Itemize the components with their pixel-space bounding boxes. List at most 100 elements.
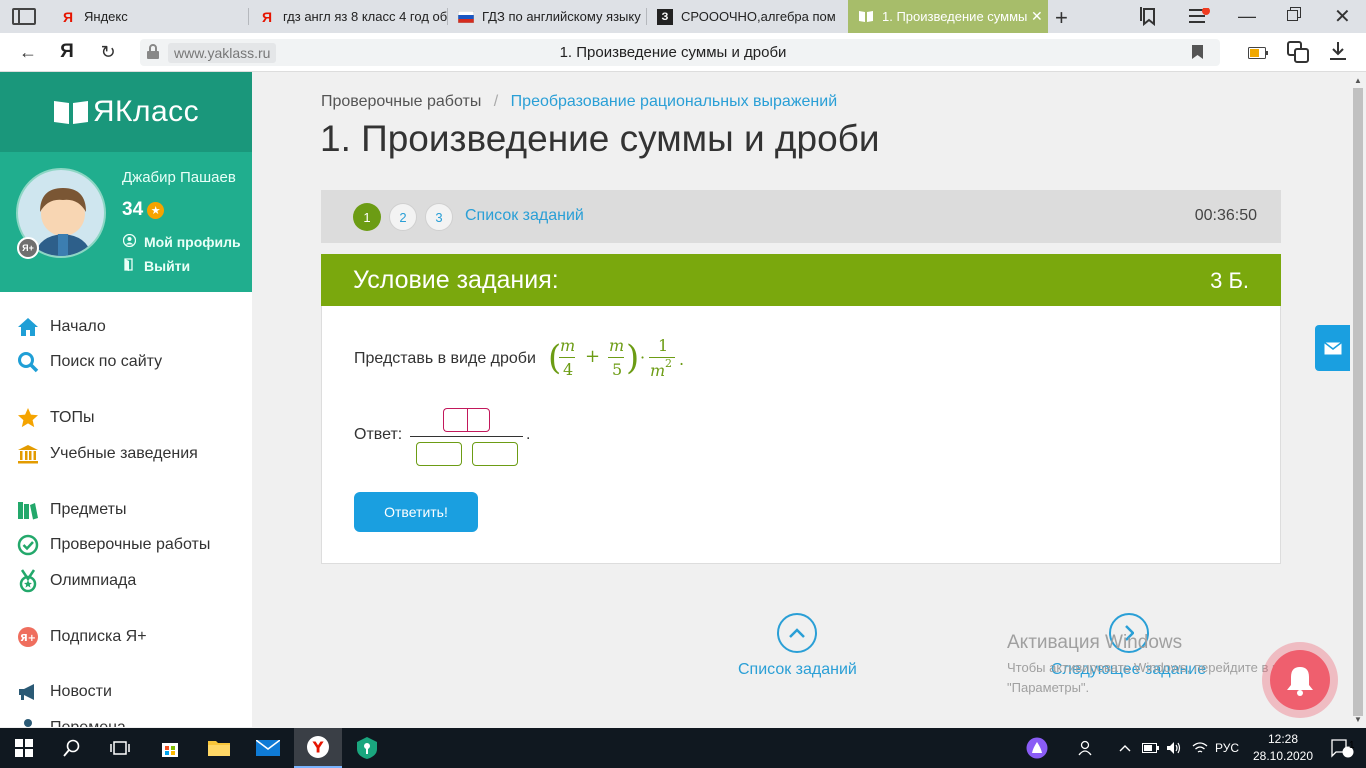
- reload-icon[interactable]: ↻: [97, 41, 119, 63]
- browser-tab-bar: Я Яндекс Я гдз англ яз 8 класс 4 год об …: [0, 0, 1366, 33]
- tab-yaklass-active[interactable]: 1. Произведение суммы ✕: [848, 0, 1048, 33]
- math-denominator: m: [650, 361, 666, 380]
- sidebar-item-subscription[interactable]: Я+ Подписка Я+: [16, 623, 147, 651]
- tab-znanija[interactable]: З СРОООЧНО,алгебра пом: [647, 0, 848, 33]
- bottom-task-list-link[interactable]: Список заданий: [738, 613, 857, 679]
- scroll-up-icon[interactable]: ▲: [1354, 76, 1362, 85]
- math-fraction-bar: [559, 357, 575, 358]
- answer-denominator-input-a[interactable]: [416, 442, 462, 466]
- close-tab-icon[interactable]: ✕: [1031, 8, 1043, 25]
- user-panel: Я+ Джабир Пашаев 34 ★ Мой профиль Выйти: [0, 152, 252, 292]
- submit-button[interactable]: Ответить!: [354, 492, 478, 532]
- page-scrollbar[interactable]: ▲ ▼: [1350, 72, 1366, 727]
- tab-yandex[interactable]: Я Яндекс: [50, 0, 248, 33]
- breadcrumb-current[interactable]: Преобразование рациональных выражений: [511, 93, 837, 110]
- yandex-home-icon[interactable]: Я: [56, 41, 78, 63]
- sidebar-item-tops[interactable]: ТОПы: [16, 404, 95, 432]
- tab-gdz-russia[interactable]: ГДЗ по английскому языку: [448, 0, 646, 33]
- logout-link[interactable]: Выйти: [122, 258, 190, 274]
- bookmark-icon[interactable]: [1192, 45, 1203, 64]
- math-numerator: 1: [658, 336, 669, 355]
- step-2[interactable]: 2: [389, 203, 417, 231]
- answer-denominator-input-b[interactable]: [472, 442, 518, 466]
- windows-taskbar: Y РУС 12:28 28.10.2020 1: [0, 728, 1366, 768]
- scroll-down-icon[interactable]: ▼: [1354, 715, 1362, 724]
- main-content: Проверочные работы / Преобразование раци…: [252, 72, 1350, 727]
- check-circle-icon: [16, 533, 40, 557]
- scroll-thumb[interactable]: [1353, 88, 1363, 716]
- sidebar-item-tests[interactable]: Проверочные работы: [16, 531, 210, 559]
- mail-app-icon[interactable]: [244, 728, 292, 768]
- feedback-mail-button[interactable]: [1315, 325, 1350, 371]
- site-logo[interactable]: ЯКласс: [0, 72, 252, 152]
- math-period: .: [679, 350, 685, 369]
- condition-points: 3 Б.: [1210, 268, 1249, 293]
- user-name[interactable]: Джабир Пашаев: [122, 169, 236, 186]
- sidebar-item-schools[interactable]: Учебные заведения: [16, 440, 198, 468]
- lock-icon[interactable]: [146, 44, 160, 65]
- sidebar-item-olympiad[interactable]: Олимпиада: [16, 567, 136, 595]
- language-indicator[interactable]: РУС: [1215, 741, 1239, 755]
- math-plus: +: [585, 346, 601, 367]
- windows-start-icon[interactable]: [0, 728, 48, 768]
- task-prompt: Представь в виде дроби: [354, 350, 536, 367]
- minimize-icon[interactable]: —: [1238, 6, 1256, 27]
- task-view-icon[interactable]: [96, 728, 144, 768]
- store-icon[interactable]: [146, 728, 194, 768]
- back-icon[interactable]: ←: [17, 41, 39, 63]
- building-icon: [16, 442, 40, 466]
- restore-icon[interactable]: [1287, 7, 1301, 26]
- system-clock[interactable]: 12:28 28.10.2020: [1252, 731, 1314, 765]
- step-1[interactable]: 1: [353, 203, 381, 231]
- sidebar-item-home[interactable]: Начало: [16, 313, 106, 341]
- url-field[interactable]: [140, 39, 1220, 66]
- tray-expand-icon[interactable]: [1110, 728, 1140, 768]
- tab-gdz-english[interactable]: Я гдз англ яз 8 класс 4 год об: [249, 0, 447, 33]
- menu-icon[interactable]: [1189, 7, 1211, 29]
- collections-icon[interactable]: [1140, 6, 1158, 31]
- network-icon[interactable]: [1187, 728, 1213, 768]
- math-dot: ·: [640, 348, 646, 367]
- condition-body: Представь в виде дроби ( m 4 + m 5 ) · 1…: [321, 306, 1281, 564]
- sidebar-item-subjects[interactable]: Предметы: [16, 496, 126, 524]
- answer-fraction-bar: [410, 436, 523, 437]
- action-center-icon[interactable]: 1: [1318, 728, 1366, 768]
- step-3[interactable]: 3: [425, 203, 453, 231]
- volume-icon[interactable]: [1161, 728, 1187, 768]
- breadcrumb-root[interactable]: Проверочные работы: [321, 93, 481, 110]
- sidebar: ЯКласс Я+ Джабир Пашаев 34 ★ Мой профиль: [0, 72, 252, 727]
- yplus-icon: Я+: [16, 625, 40, 649]
- new-tab-icon[interactable]: +: [1055, 5, 1068, 31]
- sidebar-item-news[interactable]: Новости: [16, 678, 112, 706]
- close-window-icon[interactable]: ✕: [1334, 4, 1351, 29]
- mail-icon: [1323, 341, 1342, 354]
- profile-link[interactable]: Мой профиль: [122, 233, 241, 250]
- notification-bell-button[interactable]: [1262, 642, 1338, 718]
- logout-icon: [122, 258, 136, 274]
- yandex-browser-taskbar-icon[interactable]: Y: [294, 728, 342, 768]
- math-fraction-bar: [608, 357, 624, 358]
- task-list-link[interactable]: Список заданий: [465, 207, 584, 225]
- sidebar-item-search[interactable]: Поиск по сайту: [16, 348, 162, 376]
- sidebar-item-break[interactable]: Перемена: [16, 714, 126, 727]
- file-explorer-icon[interactable]: [195, 728, 243, 768]
- taskbar-search-icon[interactable]: [48, 728, 96, 768]
- kaspersky-icon[interactable]: [343, 728, 391, 768]
- downloads-icon[interactable]: [1329, 41, 1347, 66]
- star-icon: ★: [147, 201, 165, 219]
- url-domain[interactable]: www.yaklass.ru: [168, 43, 277, 63]
- math-denominator: 4: [563, 360, 574, 379]
- breadcrumb-separator: /: [493, 93, 499, 110]
- translate-icon[interactable]: [1287, 41, 1309, 68]
- math-denominator: 5: [612, 360, 623, 379]
- svg-text:Я+: Я+: [20, 633, 36, 644]
- search-icon: [16, 350, 40, 374]
- answer-numerator-input-a[interactable]: [443, 408, 467, 432]
- people-icon[interactable]: [1068, 728, 1104, 768]
- alice-icon[interactable]: [1013, 728, 1061, 768]
- yandex-icon: Я: [261, 8, 273, 25]
- answer-numerator-input-b[interactable]: [467, 408, 490, 432]
- tab-overview-icon[interactable]: [12, 8, 36, 25]
- medal-icon: [16, 569, 40, 593]
- battery-saver-icon[interactable]: [1248, 46, 1268, 64]
